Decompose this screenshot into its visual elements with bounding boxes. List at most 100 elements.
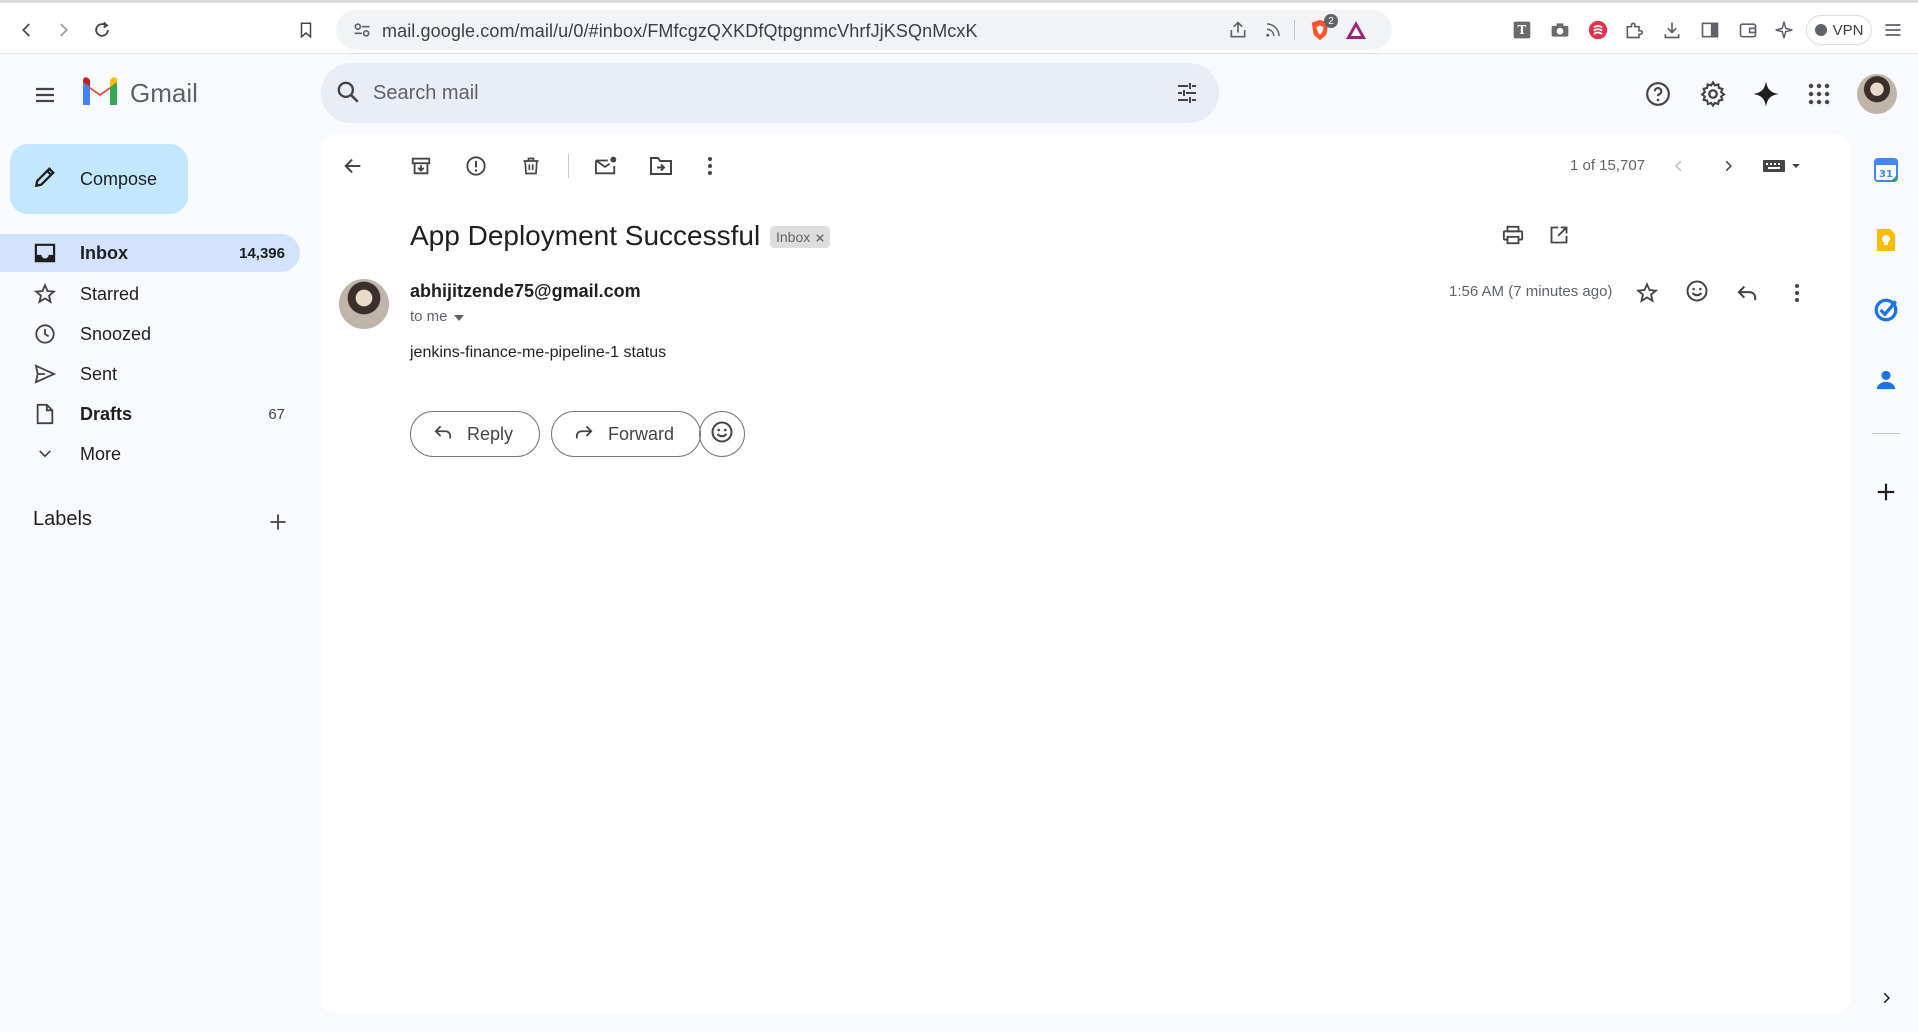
site-settings-icon[interactable] bbox=[350, 18, 374, 42]
reply-label: Reply bbox=[467, 423, 514, 444]
drafts-count: 67 bbox=[268, 405, 285, 423]
vpn-button[interactable]: VPN bbox=[1806, 15, 1872, 45]
email-subject: App Deployment Successful bbox=[410, 220, 761, 251]
labels-heading: Labels bbox=[33, 508, 92, 530]
recipient-details[interactable]: to me bbox=[410, 308, 464, 325]
reload-icon[interactable] bbox=[89, 17, 115, 43]
mark-unread-icon[interactable] bbox=[592, 152, 620, 180]
compose-button[interactable]: Compose bbox=[10, 144, 188, 214]
add-reaction-icon[interactable] bbox=[1683, 277, 1711, 305]
smiley-icon bbox=[710, 420, 734, 449]
more-options-icon[interactable] bbox=[696, 152, 724, 180]
url-text: mail.google.com/mail/u/0/#inbox/FMfcgzQX… bbox=[382, 21, 978, 41]
reply-icon[interactable] bbox=[1733, 279, 1761, 307]
account-avatar[interactable] bbox=[1857, 74, 1897, 114]
add-label-icon[interactable] bbox=[266, 510, 290, 534]
gmail-logo[interactable]: Gmail bbox=[80, 76, 198, 111]
older-chevron-icon[interactable] bbox=[1714, 152, 1742, 180]
browser-toolbar: mail.google.com/mail/u/0/#inbox/FMfcgzQX… bbox=[0, 0, 1918, 54]
label-chip-text: Inbox bbox=[776, 229, 811, 245]
wallet-icon[interactable] bbox=[1736, 18, 1760, 42]
search-options-icon[interactable] bbox=[1175, 81, 1199, 110]
toolbar-divider bbox=[568, 154, 569, 178]
download-icon[interactable] bbox=[1660, 18, 1684, 42]
share-icon[interactable] bbox=[1226, 18, 1250, 42]
sender-avatar[interactable] bbox=[339, 279, 389, 329]
address-bar[interactable]: mail.google.com/mail/u/0/#inbox/FMfcgzQX… bbox=[336, 10, 1392, 50]
message-timestamp: 1:56 AM (7 minutes ago) bbox=[1449, 283, 1613, 300]
brave-rewards-icon[interactable] bbox=[1344, 18, 1368, 42]
bookmark-icon[interactable] bbox=[293, 17, 319, 43]
remove-label-icon[interactable] bbox=[816, 229, 824, 245]
search-bar[interactable] bbox=[321, 63, 1219, 123]
rail-divider bbox=[1872, 433, 1900, 434]
sidebar-item-snoozed[interactable]: Snoozed bbox=[0, 315, 300, 353]
open-in-new-window-icon[interactable] bbox=[1545, 221, 1573, 249]
apps-grid-icon[interactable] bbox=[1803, 78, 1835, 110]
email-body: jenkins-finance-me-pipeline-1 status bbox=[410, 344, 667, 361]
input-tools-icon[interactable] bbox=[1759, 152, 1805, 180]
search-input[interactable] bbox=[373, 77, 1133, 109]
pencil-icon bbox=[32, 164, 58, 195]
report-spam-icon[interactable] bbox=[462, 152, 490, 180]
rss-icon[interactable] bbox=[1261, 18, 1285, 42]
settings-gear-icon[interactable] bbox=[1697, 78, 1729, 110]
svg-text:T: T bbox=[1518, 23, 1527, 37]
forward-arrow-icon bbox=[574, 424, 594, 445]
sidebar-item-label: More bbox=[80, 443, 122, 464]
browser-menu-icon[interactable] bbox=[1881, 18, 1905, 42]
recipient-text: to me bbox=[410, 308, 448, 325]
forward-button[interactable]: Forward bbox=[551, 411, 702, 457]
calendar-app-icon[interactable]: 31 bbox=[1872, 156, 1900, 184]
delete-trash-icon[interactable] bbox=[517, 152, 545, 180]
contacts-app-icon[interactable] bbox=[1872, 366, 1900, 394]
sidebar-item-starred[interactable]: Starred bbox=[0, 275, 300, 313]
address-divider bbox=[1294, 20, 1295, 40]
sidebar-item-label: Starred bbox=[80, 283, 140, 304]
star-icon bbox=[34, 283, 56, 305]
send-icon bbox=[34, 363, 56, 385]
chevron-down-icon bbox=[34, 443, 56, 465]
sidebar-item-sent[interactable]: Sent bbox=[0, 355, 300, 393]
gmail-logo-text: Gmail bbox=[130, 78, 198, 108]
sidebar-item-label: Drafts bbox=[80, 403, 133, 424]
main-menu-icon[interactable] bbox=[28, 78, 62, 112]
caret-down-icon[interactable] bbox=[453, 308, 464, 325]
red-extension-icon[interactable] bbox=[1586, 18, 1610, 42]
newer-chevron-icon[interactable] bbox=[1665, 152, 1693, 180]
extensions-puzzle-icon[interactable] bbox=[1622, 18, 1646, 42]
sidebar-item-drafts[interactable]: Drafts 67 bbox=[0, 395, 300, 433]
back-to-inbox-icon[interactable] bbox=[339, 152, 367, 180]
show-side-panel-chevron-icon[interactable] bbox=[1872, 984, 1900, 1012]
get-addons-plus-icon[interactable] bbox=[1872, 478, 1900, 506]
pagination-text: 1 of 15,707 bbox=[1570, 157, 1646, 174]
reply-arrow-icon bbox=[433, 424, 453, 445]
leo-ai-icon[interactable] bbox=[1772, 18, 1796, 42]
tasks-app-icon[interactable] bbox=[1872, 296, 1900, 324]
keep-app-icon[interactable] bbox=[1872, 226, 1900, 254]
camera-icon[interactable] bbox=[1548, 18, 1572, 42]
forward-icon[interactable] bbox=[50, 17, 76, 43]
message-more-icon[interactable] bbox=[1783, 279, 1811, 307]
help-icon[interactable] bbox=[1642, 78, 1674, 110]
archive-icon[interactable] bbox=[407, 152, 435, 180]
back-icon[interactable] bbox=[14, 17, 40, 43]
star-message-icon[interactable] bbox=[1633, 279, 1661, 307]
emoji-reaction-button[interactable] bbox=[699, 411, 745, 457]
search-icon[interactable] bbox=[335, 79, 361, 110]
print-icon[interactable] bbox=[1499, 221, 1527, 249]
inbox-label-chip[interactable]: Inbox bbox=[770, 226, 831, 248]
sidebar-item-label: Snoozed bbox=[80, 323, 152, 344]
clock-icon bbox=[34, 323, 56, 345]
move-to-folder-icon[interactable] bbox=[647, 152, 675, 180]
gmail-m-icon bbox=[80, 76, 120, 111]
reply-button[interactable]: Reply bbox=[410, 411, 541, 457]
sender-email[interactable]: abhijitzende75@gmail.com bbox=[410, 281, 641, 302]
forward-label: Forward bbox=[608, 423, 675, 444]
sidebar-toggle-icon[interactable] bbox=[1698, 18, 1722, 42]
sidebar-item-more[interactable]: More bbox=[0, 435, 300, 473]
sidebar-item-inbox[interactable]: Inbox 14,396 bbox=[0, 234, 300, 272]
gemini-spark-icon[interactable] bbox=[1750, 78, 1782, 110]
text-extension-icon[interactable]: T bbox=[1510, 18, 1534, 42]
brave-badge: 2 bbox=[1324, 14, 1338, 28]
